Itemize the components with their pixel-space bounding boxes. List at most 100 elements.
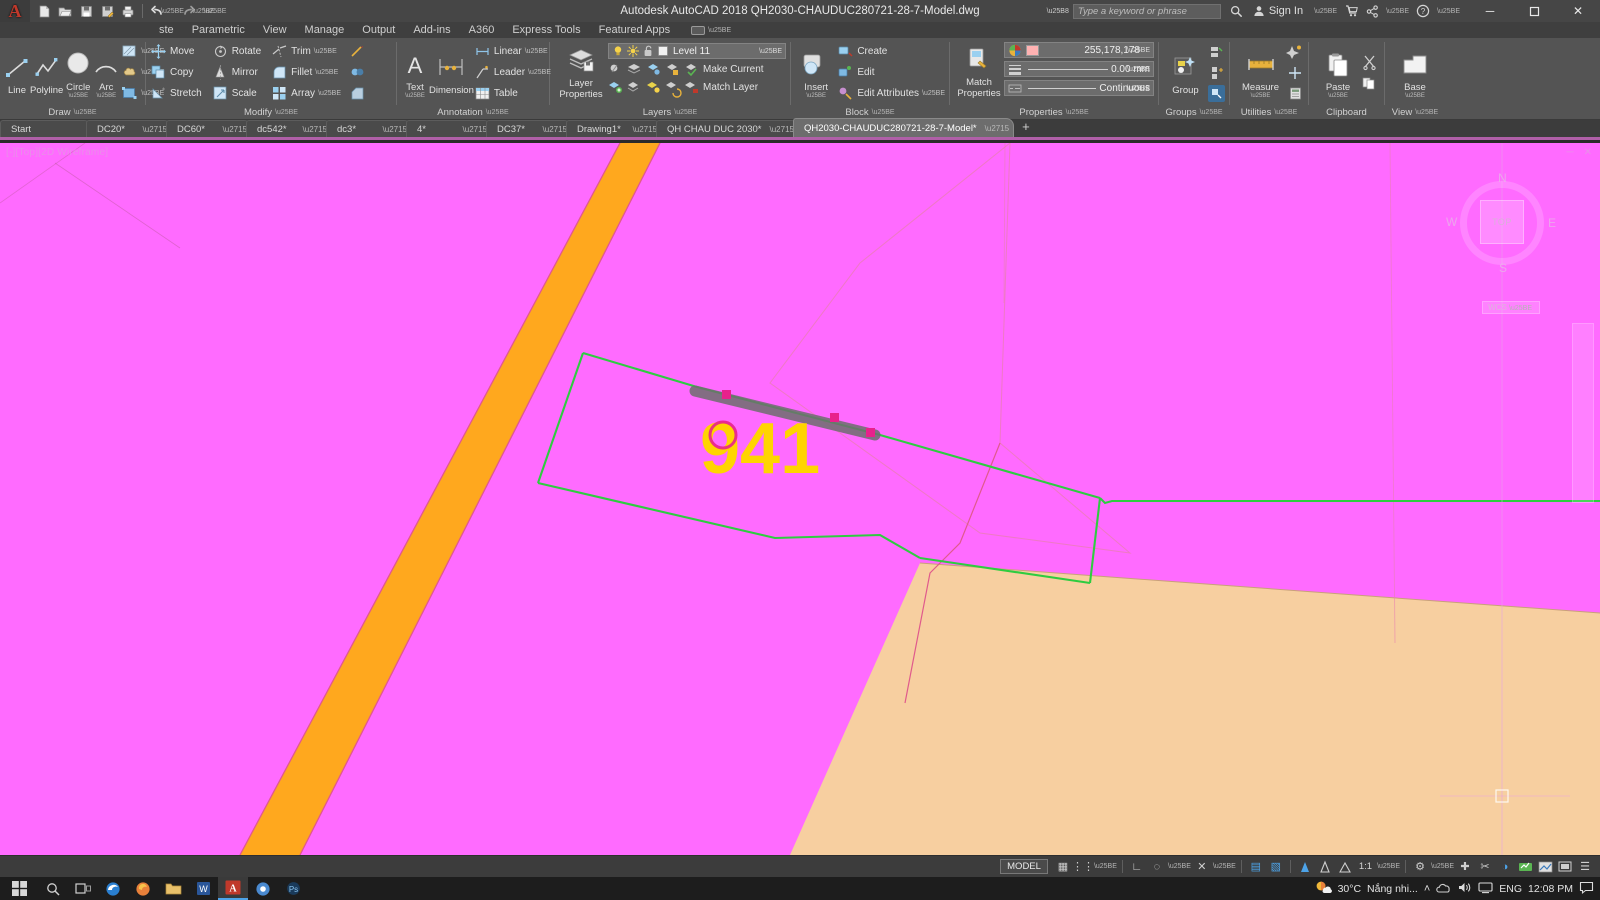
viewport-minimize-icon[interactable]: ─ xyxy=(1567,147,1574,158)
menu-item-output[interactable]: Output xyxy=(353,22,404,38)
file-tab-4[interactable]: 4* \u2715 xyxy=(406,120,492,137)
insert-block-dropdown-icon[interactable]: \u25BE xyxy=(806,93,826,99)
search-icon[interactable] xyxy=(1227,1,1247,21)
layer-properties-button[interactable]: Layer Properties xyxy=(554,42,608,100)
file-tab-close-8[interactable]: \u2715 xyxy=(762,125,794,134)
autoscale-icon[interactable]: ▧ xyxy=(1267,858,1285,876)
start-button[interactable] xyxy=(0,877,38,900)
file-tab-close-6[interactable]: \u2715 xyxy=(535,125,567,134)
viewport-config-label[interactable]: [-][Top][2D Wireframe] xyxy=(6,147,108,158)
current-layer-caret-icon[interactable]: \u25BE xyxy=(759,48,782,55)
taskbar-chrome-icon[interactable] xyxy=(248,877,278,900)
layer-lock-icon[interactable] xyxy=(665,62,680,77)
sign-in-dropdown-icon[interactable]: \u25BE xyxy=(1309,8,1342,15)
circle-dropdown-icon[interactable]: \u25BE xyxy=(68,93,88,99)
cleanscreen-icon[interactable]: ◑ xyxy=(1496,858,1514,876)
layer-new-icon[interactable] xyxy=(608,80,623,95)
qat-customize-icon[interactable]: \u25BE xyxy=(204,1,227,21)
tray-expand-chevron-icon[interactable]: ˄ xyxy=(1424,883,1430,895)
offset-button[interactable] xyxy=(349,63,366,83)
volume-icon[interactable] xyxy=(1457,881,1472,897)
measure-dropdown-icon[interactable]: \u25BE xyxy=(1251,93,1271,99)
leader-dropdown-icon[interactable]: \u25BE xyxy=(528,69,551,76)
help-dropdown-icon[interactable]: \u25BE xyxy=(1433,8,1468,15)
compass-north-label[interactable]: N xyxy=(1498,171,1507,185)
copy-clip-button[interactable] xyxy=(1361,73,1378,93)
taskbar-photoshop-icon[interactable]: Ps xyxy=(278,877,308,900)
file-tab-close-3[interactable]: \u2715 xyxy=(295,125,327,134)
text-button[interactable]: A Text \u25BE xyxy=(401,46,429,99)
help-icon[interactable]: ? xyxy=(1413,1,1433,21)
trim-dropdown-icon[interactable]: \u25BE xyxy=(314,48,337,55)
action-center-icon[interactable] xyxy=(1579,881,1594,897)
edit-attributes-dropdown-icon[interactable]: \u25BE xyxy=(922,90,945,97)
view-panel-title[interactable]: View \u25BE xyxy=(1385,105,1445,119)
file-tab-qh2030-chauduc-model[interactable]: QH2030-CHAUDUC280721-28-7-Model* \u2715 xyxy=(792,118,1015,137)
snap-mode-icon[interactable]: ⋮⋮ xyxy=(1072,858,1094,876)
menu-item-express-tools[interactable]: Express Tools xyxy=(503,22,589,38)
edit-group-button[interactable] xyxy=(1208,42,1225,62)
trim-button[interactable]: Trim \u25BE xyxy=(271,42,341,62)
lineweight-combo[interactable]: 0.00 mm \u25BE xyxy=(1004,61,1154,77)
table-button[interactable]: Table xyxy=(474,84,551,104)
file-tab-close-4[interactable]: \u2715 xyxy=(375,125,407,134)
fillet-button[interactable]: Fillet \u25BE xyxy=(271,63,341,83)
linetype-caret-icon[interactable]: \u25BE xyxy=(1127,85,1150,92)
file-tab-qh-chau-duc-2030[interactable]: QH CHAU DUC 2030* \u2715 xyxy=(656,120,799,137)
measure-button[interactable]: Measure \u25BE xyxy=(1235,46,1287,99)
wcs-caret-icon[interactable]: \u25BE xyxy=(1509,305,1532,312)
group-button[interactable]: Group xyxy=(1163,49,1208,96)
properties-panel-expand-icon[interactable]: \u25BE xyxy=(1066,109,1089,116)
workspace-icon-3[interactable] xyxy=(1336,858,1354,876)
language-indicator[interactable]: ENG xyxy=(1499,883,1522,895)
scale-button[interactable]: Scale xyxy=(212,84,261,104)
annotation-visibility-icon[interactable]: ▤ xyxy=(1247,858,1265,876)
point-style-button[interactable] xyxy=(1287,63,1304,83)
leader-button[interactable]: Leader \u25BE xyxy=(474,63,551,83)
graphics-perf-icon[interactable] xyxy=(1516,858,1534,876)
menu-item-addins[interactable]: Add-ins xyxy=(404,22,459,38)
linetype-combo[interactable]: Continuous \u25BE xyxy=(1004,80,1154,96)
annotation-panel-expand-icon[interactable]: \u25BE xyxy=(486,109,509,116)
taskbar-word-icon[interactable]: W xyxy=(188,877,218,900)
modify-panel-title[interactable]: Modify \u25BE xyxy=(146,105,396,119)
object-snap-icon[interactable]: ✕ xyxy=(1193,858,1211,876)
polyline-button[interactable]: Polyline xyxy=(30,49,63,96)
model-space-button[interactable]: MODEL xyxy=(1000,859,1048,874)
file-tab-dc20[interactable]: DC20* \u2715 xyxy=(86,120,172,137)
drawing-canvas[interactable]: 941 [-][Top][2D Wireframe] ─ ✕ TOP N S E… xyxy=(0,143,1600,855)
minimize-button[interactable]: ─ xyxy=(1468,0,1512,22)
view-cube[interactable]: TOP N S E W xyxy=(1446,171,1556,275)
utilities-panel-expand-icon[interactable]: \u25BE xyxy=(1274,109,1297,116)
groups-panel-expand-icon[interactable]: \u25BE xyxy=(1200,109,1223,116)
navigation-bar[interactable] xyxy=(1572,323,1594,503)
rotate-button[interactable]: Rotate xyxy=(212,42,261,62)
share-dropdown-icon[interactable]: \u25BE xyxy=(1382,8,1413,15)
dimension-button[interactable]: Dimension xyxy=(429,49,474,96)
view-panel-expand-icon[interactable]: \u25BE xyxy=(1415,109,1438,116)
draw-panel-expand-icon[interactable]: \u25BE xyxy=(74,109,97,116)
close-button[interactable]: ✕ xyxy=(1556,0,1600,22)
weather-temperature[interactable]: 30°C xyxy=(1338,883,1361,895)
linear-dim-dropdown-icon[interactable]: \u25BE xyxy=(525,48,548,55)
restore-panels-icon[interactable] xyxy=(1556,858,1574,876)
chamfer-button[interactable] xyxy=(349,84,366,104)
menu-item-manage[interactable]: Manage xyxy=(296,22,354,38)
layer-previous-icon[interactable] xyxy=(665,80,682,98)
menu-item-a360[interactable]: A360 xyxy=(460,22,504,38)
open-file-icon[interactable] xyxy=(55,1,75,21)
view-cube-top-face[interactable]: TOP xyxy=(1480,200,1524,244)
grid-display-icon[interactable]: ▦ xyxy=(1054,858,1072,876)
workspace-switch-icon[interactable]: ⚙ xyxy=(1411,858,1429,876)
groups-panel-title[interactable]: Groups \u25BE xyxy=(1159,105,1229,119)
new-file-icon[interactable] xyxy=(34,1,54,21)
snap-dropdown-icon[interactable]: \u25BE xyxy=(1094,863,1117,870)
file-tab-dc37[interactable]: DC37* \u2715 xyxy=(486,120,572,137)
paste-button[interactable]: Paste \u25BE xyxy=(1315,46,1361,99)
file-tab-close-5[interactable]: \u2715 xyxy=(455,125,487,134)
object-color-caret-icon[interactable]: \u25BE xyxy=(1127,47,1150,54)
menu-item-view[interactable]: View xyxy=(254,22,296,38)
annotation-panel-title[interactable]: Annotation \u25BE xyxy=(397,105,549,119)
file-tab-dc3[interactable]: dc3* \u2715 xyxy=(326,120,412,137)
current-layer-combo[interactable]: Level 11 \u25BE xyxy=(608,43,786,59)
